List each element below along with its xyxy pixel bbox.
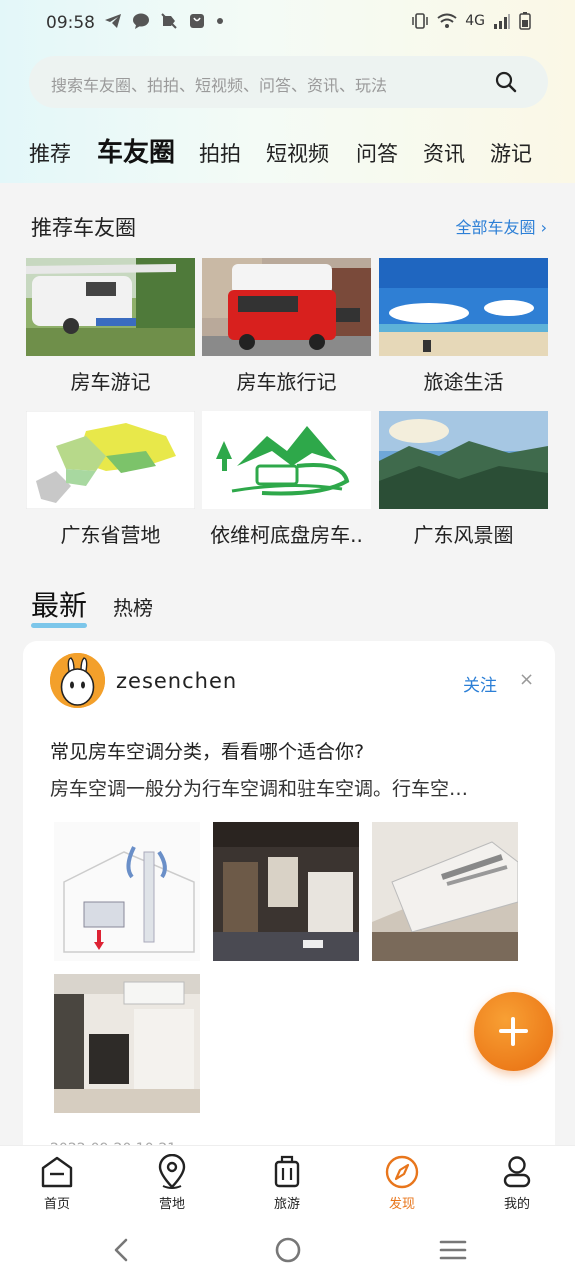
nav-label: 旅游 <box>273 1197 300 1212</box>
menu-icon[interactable] <box>437 1234 469 1266</box>
post-image[interactable] <box>54 974 200 1113</box>
nav-label: 我的 <box>503 1197 530 1212</box>
nav-label: 发现 <box>388 1197 415 1212</box>
status-bar: 09:58 4G <box>0 0 575 46</box>
nav-label: 营地 <box>158 1197 185 1212</box>
post-card[interactable]: zesenchen 关注 × 常见房车空调分类，看看哪个适合你? 房车空调一般分… <box>23 641 555 1161</box>
nav-home[interactable]: 首页 <box>22 1154 92 1212</box>
notification-icons <box>104 12 224 30</box>
tab-travelogue[interactable]: 游记 <box>490 138 532 168</box>
username[interactable]: zesenchen <box>116 669 237 693</box>
circle-thumbnail <box>379 411 548 509</box>
circle-thumbnail <box>26 258 195 356</box>
category-tabs: 推荐 车友圈 拍拍 短视频 问答 资讯 游记 <box>0 128 575 174</box>
follow-button[interactable]: 关注 <box>463 671 497 696</box>
circle-card[interactable]: 广东省营地 <box>26 411 195 548</box>
location-pin-icon <box>158 1154 186 1189</box>
bottom-nav: 首页 营地 旅游 发现 我的 <box>0 1145 575 1220</box>
circle-thumbnail <box>202 411 371 509</box>
circle-card[interactable]: 旅途生活 <box>379 258 548 395</box>
tab-recommend[interactable]: 推荐 <box>29 138 71 168</box>
circle-label: 房车旅行记 <box>236 370 337 394</box>
nav-travel[interactable]: 旅游 <box>252 1154 322 1212</box>
circle-card[interactable]: 广东风景圈 <box>379 411 548 548</box>
back-icon[interactable] <box>106 1234 138 1266</box>
home-icon <box>41 1156 73 1188</box>
section-title: 推荐车友圈 <box>31 216 136 240</box>
tab-qa[interactable]: 问答 <box>356 138 398 168</box>
signal-icon <box>494 14 510 29</box>
circle-thumbnail <box>202 258 371 356</box>
status-time: 09:58 <box>46 13 95 33</box>
circle-card[interactable]: 房车旅行记 <box>202 258 371 395</box>
nav-discover[interactable]: 发现 <box>367 1154 437 1212</box>
telegram-icon <box>105 14 121 28</box>
mute-icon <box>161 13 177 29</box>
home-circle-icon[interactable] <box>272 1234 304 1266</box>
nav-label: 首页 <box>43 1197 70 1212</box>
luggage-icon <box>274 1155 300 1188</box>
tab-latest[interactable]: 最新 <box>31 584 88 628</box>
shop-icon <box>190 14 204 28</box>
circle-label: 广东风景圈 <box>413 523 514 547</box>
post-title: 常见房车空调分类，看看哪个适合你? <box>50 741 365 763</box>
post-image[interactable] <box>213 822 359 961</box>
search-placeholder: 搜索车友圈、拍拍、短视频、问答、资讯、玩法 <box>51 76 388 95</box>
circle-label: 广东省营地 <box>60 523 161 547</box>
post-body: 房车空调一般分为行车空调和驻车空调。行车空… <box>50 778 469 800</box>
system-nav-bar <box>0 1220 575 1280</box>
dot-icon <box>217 18 223 24</box>
user-icon <box>503 1156 531 1188</box>
nav-me[interactable]: 我的 <box>482 1154 552 1212</box>
circle-label: 依维柯底盘房车.. <box>210 523 363 547</box>
tab-news[interactable]: 资讯 <box>423 138 465 168</box>
system-status-icons: 4G <box>411 12 531 30</box>
nav-camp[interactable]: 营地 <box>137 1154 207 1212</box>
close-icon[interactable]: × <box>519 669 534 690</box>
post-image[interactable] <box>54 822 200 961</box>
search-icon[interactable] <box>494 70 518 94</box>
circle-card[interactable]: 依维柯底盘房车.. <box>202 411 371 548</box>
tab-car-circle[interactable]: 车友圈 <box>94 132 175 169</box>
avatar[interactable] <box>50 653 105 708</box>
battery-icon <box>519 12 531 30</box>
post-image[interactable] <box>372 822 518 961</box>
search-bar[interactable]: 搜索车友圈、拍拍、短视频、问答、资讯、玩法 <box>29 56 548 108</box>
tab-hot[interactable]: 热榜 <box>113 592 153 621</box>
add-post-button[interactable] <box>474 992 553 1071</box>
chat-icon <box>133 13 149 29</box>
circle-label: 旅途生活 <box>423 370 504 394</box>
tab-photos[interactable]: 拍拍 <box>199 138 241 168</box>
all-circles-link[interactable]: 全部车友圈 › <box>455 214 547 238</box>
tab-short-video[interactable]: 短视频 <box>266 138 329 168</box>
circle-thumbnail <box>26 411 195 509</box>
circle-thumbnail <box>379 258 548 356</box>
wifi-icon <box>437 13 457 28</box>
circle-label: 房车游记 <box>70 370 151 394</box>
network-type: 4G <box>465 13 485 29</box>
circle-card[interactable]: 房车游记 <box>26 258 195 395</box>
compass-icon <box>385 1155 419 1189</box>
chevron-right-icon: › <box>540 218 547 237</box>
vibrate-icon <box>412 13 428 29</box>
